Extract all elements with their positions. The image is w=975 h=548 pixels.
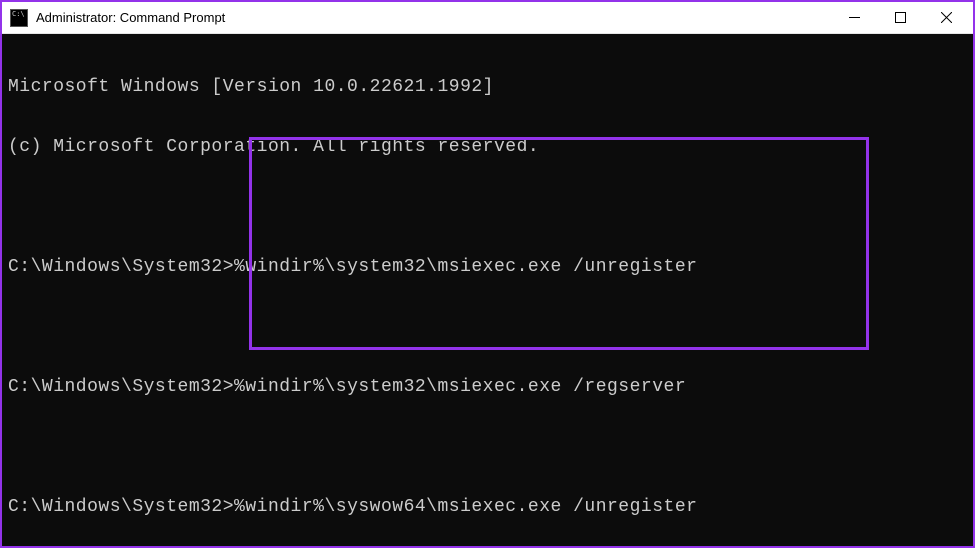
terminal-blank-line xyxy=(8,312,967,342)
terminal-header-line: (c) Microsoft Corporation. All rights re… xyxy=(8,132,967,162)
window-controls xyxy=(831,3,969,33)
command-prompt-window: Administrator: Command Prompt Microsoft … xyxy=(0,0,975,548)
terminal-command-line: C:\Windows\System32>%windir%\syswow64\ms… xyxy=(8,492,967,522)
cmd-icon xyxy=(10,9,28,27)
terminal-area[interactable]: Microsoft Windows [Version 10.0.22621.19… xyxy=(2,34,973,546)
terminal-command-line: C:\Windows\System32>%windir%\system32\ms… xyxy=(8,252,967,282)
terminal-blank-line xyxy=(8,192,967,222)
command-text: %windir%\system32\msiexec.exe /unregiste… xyxy=(234,257,697,277)
titlebar[interactable]: Administrator: Command Prompt xyxy=(2,2,973,34)
command-text: %windir%\system32\msiexec.exe /regserver xyxy=(234,377,686,397)
window-title: Administrator: Command Prompt xyxy=(36,10,831,25)
terminal-blank-line xyxy=(8,432,967,462)
prompt: C:\Windows\System32> xyxy=(8,497,234,517)
prompt: C:\Windows\System32> xyxy=(8,377,234,397)
terminal-header-line: Microsoft Windows [Version 10.0.22621.19… xyxy=(8,72,967,102)
prompt: C:\Windows\System32> xyxy=(8,257,234,277)
maximize-button[interactable] xyxy=(877,3,923,33)
command-text: %windir%\syswow64\msiexec.exe /unregiste… xyxy=(234,497,697,517)
close-button[interactable] xyxy=(923,3,969,33)
terminal-command-line: C:\Windows\System32>%windir%\system32\ms… xyxy=(8,372,967,402)
minimize-button[interactable] xyxy=(831,3,877,33)
